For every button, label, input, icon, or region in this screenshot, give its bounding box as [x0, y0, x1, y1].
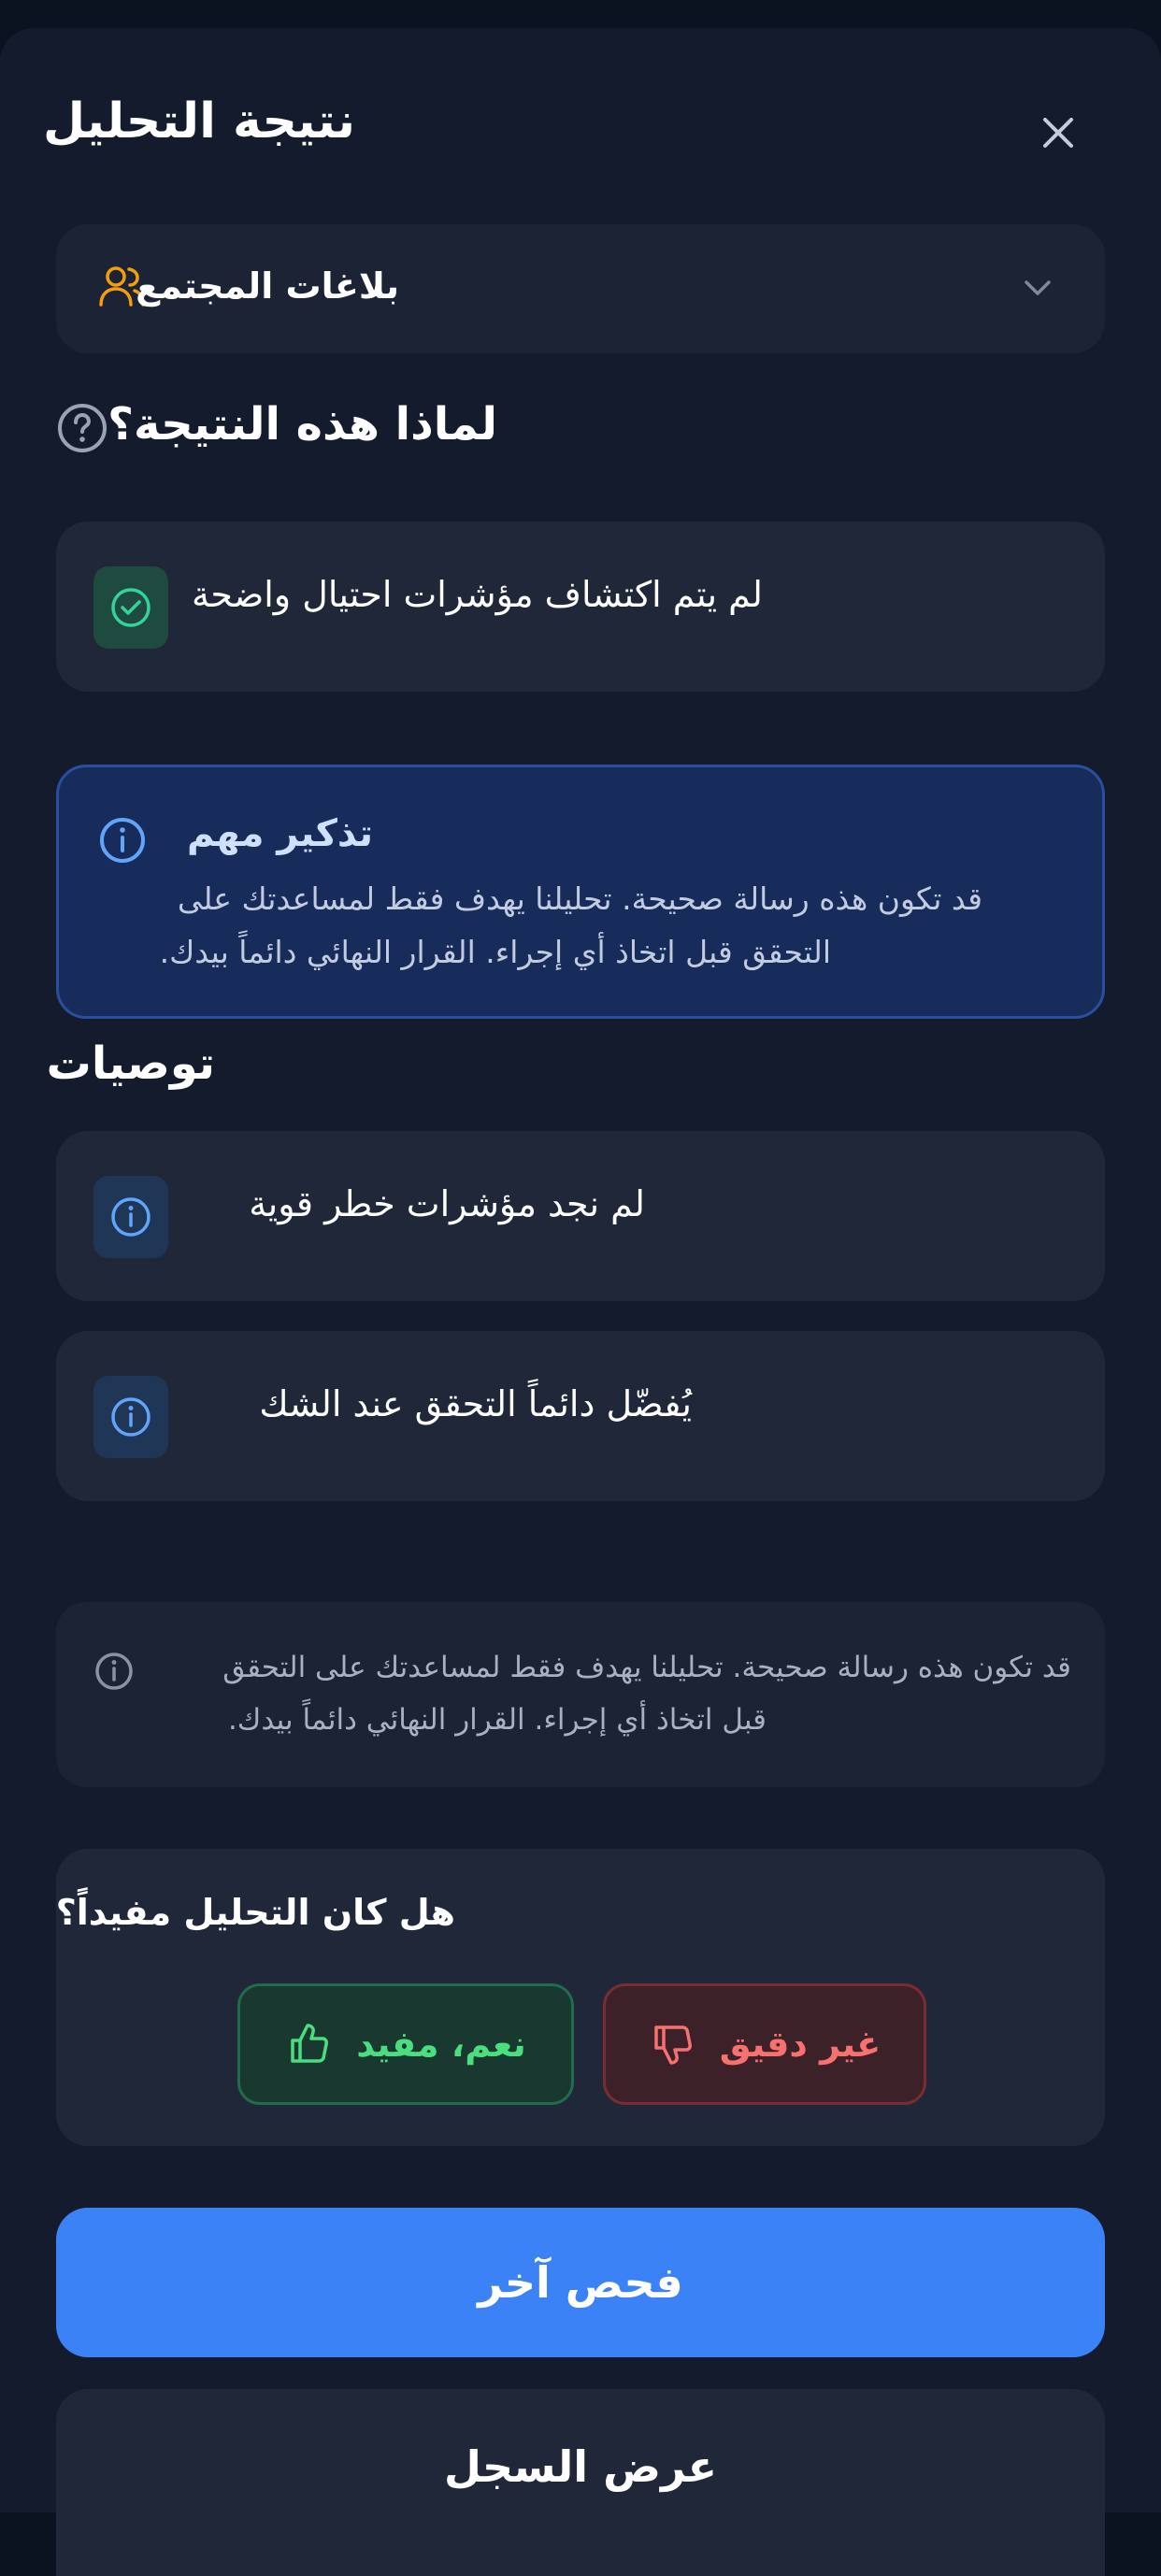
recommendation-icon-tile	[93, 1176, 168, 1258]
view-history-label: عرض السجل	[444, 2441, 717, 2492]
recommendations-heading: توصيات	[46, 1038, 215, 1090]
info-circle-icon	[111, 1397, 150, 1437]
close-button[interactable]	[1028, 103, 1088, 163]
scan-again-button[interactable]: فحص آخر	[56, 2208, 1105, 2357]
info-circle-icon	[100, 818, 145, 863]
reminder-text-line1: قد تكون هذه رسالة صحيحة. تحليلنا يهدف فق…	[177, 880, 982, 917]
info-circle-icon	[111, 1197, 150, 1237]
recommendation-icon-tile	[93, 1376, 168, 1458]
info-circle-icon	[95, 1653, 133, 1690]
recommendation-text: يُفضّل دائماً التحقق عند الشك	[259, 1383, 692, 1424]
page-title: نتيجة التحليل	[42, 93, 355, 150]
not-accurate-label: غير دقيق	[719, 2024, 882, 2065]
check-circle-icon	[111, 588, 150, 627]
disclaimer-text-line1: قد تكون هذه رسالة صحيحة. تحليلنا يهدف فق…	[222, 1651, 1071, 1684]
disclaimer-text-line2: قبل اتخاذ أي إجراء. القرار النهائي دائما…	[227, 1703, 767, 1737]
recommendation-text: لم نجد مؤشرات خطر قوية	[249, 1183, 645, 1224]
not-accurate-button[interactable]: غير دقيق	[603, 1983, 926, 2105]
reason-text: لم يتم اكتشاف مؤشرات احتيال واضحة	[192, 574, 763, 615]
thumbs-down-icon	[654, 2025, 692, 2065]
reason-card: لم يتم اكتشاف مؤشرات احتيال واضحة	[56, 522, 1105, 692]
helpful-button[interactable]: نعم، مفيد	[237, 1983, 574, 2105]
helpful-label: نعم، مفيد	[356, 2024, 526, 2065]
disclaimer-box: قد تكون هذه رسالة صحيحة. تحليلنا يهدف فق…	[56, 1602, 1105, 1787]
close-icon	[1043, 118, 1073, 148]
view-history-button[interactable]: عرض السجل	[56, 2389, 1105, 2576]
result-sheet: نتيجة التحليل بلاغات المجتمع لماذا هذه ا…	[0, 28, 1161, 2576]
recommendation-item: يُفضّل دائماً التحقق عند الشك	[56, 1331, 1105, 1501]
why-heading: لماذا هذه النتيجة؟	[108, 398, 497, 451]
feedback-card: هل كان التحليل مفيداً؟ غير دقيق نعم، مفي…	[56, 1849, 1105, 2146]
recommendation-item: لم نجد مؤشرات خطر قوية	[56, 1131, 1105, 1301]
question-circle-icon[interactable]	[56, 402, 108, 454]
source-selector-label: بلاغات المجتمع	[136, 265, 399, 307]
source-selector[interactable]: بلاغات المجتمع	[56, 224, 1105, 353]
reminder-text-line2: التحقق قبل اتخاذ أي إجراء. القرار النهائ…	[159, 934, 831, 970]
important-reminder: تذكير مهم قد تكون هذه رسالة صحيحة. تحليل…	[56, 765, 1105, 1019]
chevron-down-icon	[1025, 280, 1051, 295]
thumbs-up-icon	[291, 2024, 329, 2063]
reason-icon-tile	[93, 566, 168, 649]
feedback-question: هل كان التحليل مفيداً؟	[55, 1892, 455, 1933]
reminder-title: تذكير مهم	[186, 812, 373, 855]
